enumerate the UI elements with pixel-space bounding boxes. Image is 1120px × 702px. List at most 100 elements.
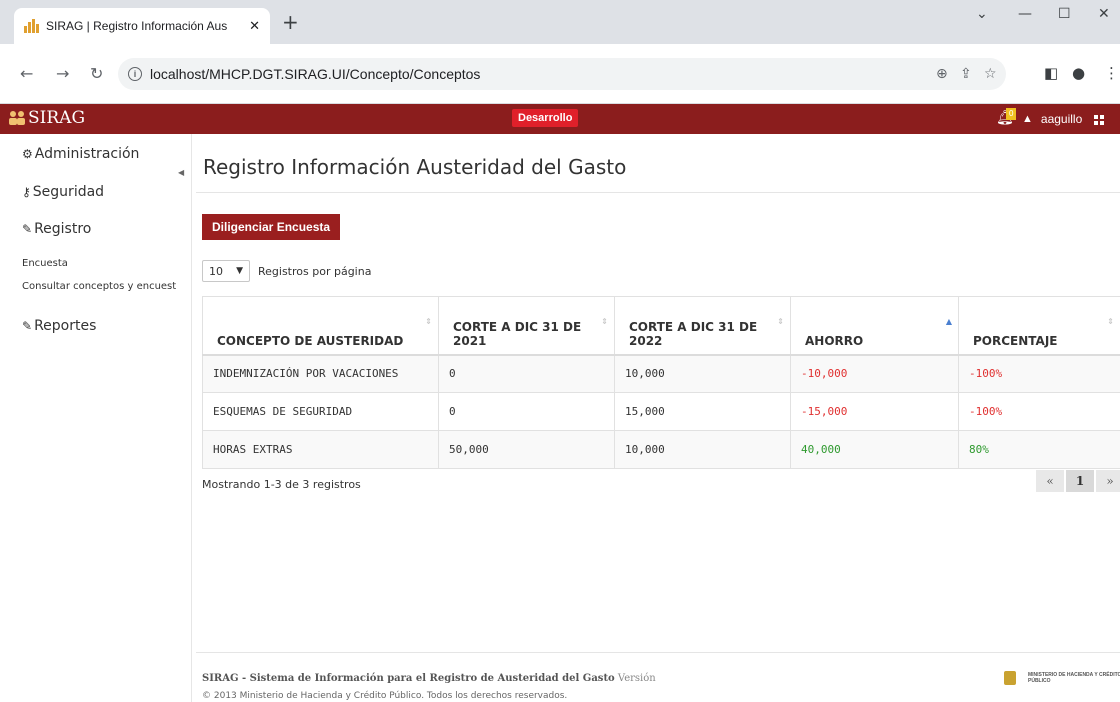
footer-copyright: © 2013 Ministerio de Hacienda y Crédito …: [202, 691, 568, 701]
page-1-button[interactable]: 1: [1066, 470, 1094, 492]
forward-icon[interactable]: →: [56, 64, 69, 84]
column-label: PORCENTAJE: [973, 333, 1058, 348]
cell-2021: 0: [438, 354, 615, 393]
table-row: HORAS EXTRAS 50,000 10,000 40,000 80%: [202, 430, 1120, 469]
zoom-icon[interactable]: ⊕: [936, 58, 948, 90]
environment-badge: Desarrollo: [512, 109, 579, 127]
per-page-control: 10 ▼ Registros por página: [202, 260, 371, 282]
notification-count-badge: 0: [1006, 108, 1017, 120]
sidebar-item-label: Reportes: [34, 318, 97, 334]
brand-logo[interactable]: SIRAG: [8, 108, 85, 128]
edit-icon: ✎: [22, 222, 33, 236]
back-icon[interactable]: ←: [20, 64, 33, 84]
side-panel-icon[interactable]: ◧: [1044, 64, 1058, 82]
url-text: localhost/MHCP.DGT.SIRAG.UI/Concepto/Con…: [150, 66, 481, 82]
sort-icon: ⇕: [425, 317, 432, 326]
column-header-ahorro[interactable]: AHORRO ▲: [790, 296, 959, 356]
maximize-icon[interactable]: ☐: [1058, 6, 1071, 22]
column-header-2021[interactable]: CORTE A DIC 31 DE 2021 ⇕: [438, 296, 615, 356]
table-info: Mostrando 1-3 de 3 registros: [202, 478, 361, 491]
sidebar: [0, 134, 192, 702]
sidebar-collapse-icon[interactable]: ◀: [178, 168, 184, 177]
share-icon[interactable]: ⇪: [960, 58, 972, 90]
cell-porcentaje: 80%: [958, 430, 1120, 469]
ministry-logo: MINISTERIO DE HACIENDA Y CRÉDITO PÚBLICO: [1004, 671, 1120, 685]
column-label: AHORRO: [805, 333, 864, 348]
sidebar-item-seguridad[interactable]: ⚷ Seguridad: [22, 184, 104, 200]
sort-icon: ⇕: [777, 317, 784, 326]
tab-close-icon[interactable]: ✕: [249, 19, 260, 34]
cell-2022: 10,000: [614, 430, 791, 469]
pagination: « 1 »: [1036, 470, 1120, 492]
cell-concepto: INDEMNIZACIÓN POR VACACIONES: [202, 354, 439, 393]
per-page-label: Registros por página: [258, 264, 372, 278]
tab-title: SIRAG | Registro Información Aus: [46, 19, 228, 33]
sidebar-item-reportes[interactable]: ✎ Reportes: [22, 318, 96, 334]
page-title: Registro Información Austeridad del Gast…: [203, 155, 627, 179]
user-icon: ▲: [1022, 113, 1033, 125]
column-label: CORTE A DIC 31 DE 2021: [453, 319, 582, 348]
sidebar-item-administracion[interactable]: ⚙ Administración: [22, 146, 139, 162]
footer: SIRAG - Sistema de Información para el R…: [196, 652, 1120, 702]
sort-ascending-icon: ▲: [945, 317, 952, 326]
address-bar[interactable]: i localhost/MHCP.DGT.SIRAG.UI/Concepto/C…: [118, 58, 1006, 90]
cell-porcentaje: -100%: [958, 354, 1120, 393]
table-row: ESQUEMAS DE SEGURIDAD 0 15,000 -15,000 -…: [202, 392, 1120, 431]
conceptos-table: CONCEPTO DE AUSTERIDAD ⇕ CORTE A DIC 31 D…: [202, 296, 1120, 469]
apps-grid-icon[interactable]: [1094, 115, 1104, 125]
column-header-2022[interactable]: CORTE A DIC 31 DE 2022 ⇕: [614, 296, 791, 356]
browser-tab[interactable]: SIRAG | Registro Información Aus ✕: [14, 8, 270, 44]
browser-tab-strip: SIRAG | Registro Información Aus ✕ + ⌄ —…: [0, 0, 1120, 44]
users-group-icon: [9, 111, 25, 125]
new-tab-icon[interactable]: +: [282, 12, 299, 32]
cell-ahorro: -15,000: [790, 392, 959, 431]
reload-icon[interactable]: ↻: [90, 64, 103, 84]
cell-2021: 50,000: [438, 430, 615, 469]
sidebar-item-label: Registro: [34, 221, 92, 237]
prev-page-button[interactable]: «: [1036, 470, 1064, 492]
next-page-button[interactable]: »: [1096, 470, 1120, 492]
profile-avatar-icon[interactable]: ●: [1072, 64, 1085, 82]
footer-system-name: SIRAG - Sistema de Información para el R…: [202, 673, 615, 684]
chevron-down-icon: ▼: [236, 266, 243, 276]
footer-version: Versión: [617, 673, 656, 684]
site-info-icon[interactable]: i: [128, 67, 142, 81]
edit-icon: ✎: [22, 319, 33, 333]
close-window-icon[interactable]: ✕: [1098, 6, 1110, 22]
table-header-row: CONCEPTO DE AUSTERIDAD ⇕ CORTE A DIC 31 D…: [202, 296, 1120, 356]
column-label: CONCEPTO DE AUSTERIDAD: [217, 333, 404, 348]
cell-concepto: HORAS EXTRAS: [202, 430, 439, 469]
diligenciar-encuesta-button[interactable]: Diligenciar Encuesta: [202, 214, 341, 240]
cell-ahorro: 40,000: [790, 430, 959, 469]
sirag-favicon-icon: [24, 19, 39, 33]
column-header-concepto[interactable]: CONCEPTO DE AUSTERIDAD ⇕: [202, 296, 439, 356]
bookmark-star-icon[interactable]: ☆: [984, 58, 997, 90]
column-header-porcentaje[interactable]: PORCENTAJE ⇕: [958, 296, 1120, 356]
table-row: INDEMNIZACIÓN POR VACACIONES 0 10,000 -1…: [202, 354, 1120, 393]
tab-search-chevron-icon[interactable]: ⌄: [976, 6, 988, 22]
cell-ahorro: -10,000: [790, 354, 959, 393]
app-header: SIRAG Desarrollo 🔔︎ 0 ▲ aaguillo: [0, 104, 1120, 134]
per-page-value: 10: [209, 264, 223, 278]
key-icon: ⚷: [22, 185, 31, 199]
sidebar-item-label: Administración: [34, 146, 140, 162]
cell-concepto: ESQUEMAS DE SEGURIDAD: [202, 392, 439, 431]
cell-2022: 15,000: [614, 392, 791, 431]
sidebar-item-label: Seguridad: [32, 184, 105, 200]
browser-toolbar: ← → ↻ i localhost/MHCP.DGT.SIRAG.UI/Conc…: [0, 44, 1120, 104]
user-menu[interactable]: ▲ aaguillo: [1022, 112, 1082, 126]
title-divider: [196, 192, 1120, 193]
ministry-logo-text: MINISTERIO DE HACIENDA Y CRÉDITO PÚBLICO: [1028, 672, 1120, 684]
browser-menu-icon[interactable]: ⋮: [1104, 64, 1119, 82]
per-page-select[interactable]: 10 ▼: [202, 260, 250, 282]
brand-name: SIRAG: [28, 108, 86, 128]
footer-system-line: SIRAG - Sistema de Información para el R…: [202, 673, 656, 684]
submenu-encuesta[interactable]: Encuesta: [22, 258, 68, 269]
username: aaguillo: [1040, 112, 1083, 126]
submenu-consultar-conceptos[interactable]: Consultar conceptos y encuest: [22, 281, 176, 292]
sidebar-item-registro[interactable]: ✎ Registro: [22, 221, 91, 237]
coat-of-arms-icon: [1004, 671, 1016, 685]
column-label: CORTE A DIC 31 DE 2022: [629, 319, 758, 348]
cell-2021: 0: [438, 392, 615, 431]
minimize-icon[interactable]: —: [1018, 6, 1032, 22]
